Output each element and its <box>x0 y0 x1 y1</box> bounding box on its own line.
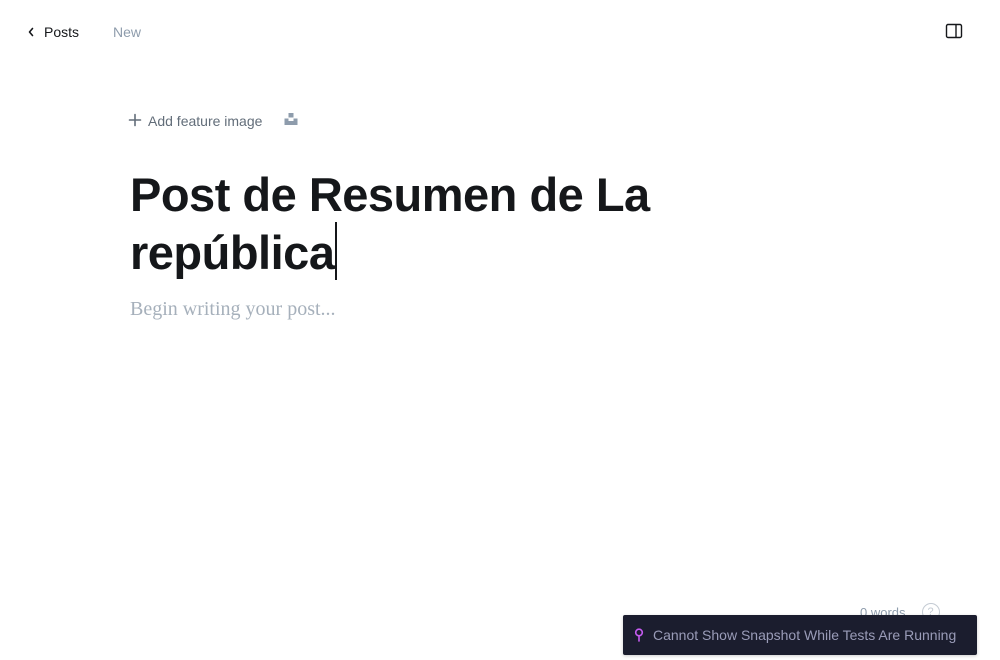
add-feature-image-label: Add feature image <box>148 113 263 129</box>
back-link-label: Posts <box>44 24 80 40</box>
snapshot-toast: Cannot Show Snapshot While Tests Are Run… <box>623 615 977 655</box>
sidebar-toggle-icon <box>945 23 963 44</box>
text-cursor <box>335 222 337 280</box>
add-feature-image-button[interactable]: Add feature image <box>128 113 262 130</box>
sidebar-toggle-button[interactable] <box>940 20 968 46</box>
unsplash-icon <box>284 112 298 131</box>
chevron-left-icon <box>26 20 36 44</box>
toast-message: Cannot Show Snapshot While Tests Are Run… <box>653 627 957 643</box>
feature-image-row: Add feature image <box>128 108 298 134</box>
post-body-editor[interactable]: Begin writing your post... <box>130 294 336 324</box>
post-title-input[interactable]: Post de Resumen de La república <box>130 168 750 280</box>
post-title-text: Post de Resumen de La república <box>130 168 650 279</box>
post-status: New <box>113 24 142 40</box>
plus-icon <box>128 113 142 130</box>
back-to-posts-link[interactable]: Posts <box>26 20 79 44</box>
pin-icon <box>634 628 644 642</box>
editor-top-bar: Posts New <box>0 0 1000 64</box>
unsplash-button[interactable] <box>284 112 298 131</box>
